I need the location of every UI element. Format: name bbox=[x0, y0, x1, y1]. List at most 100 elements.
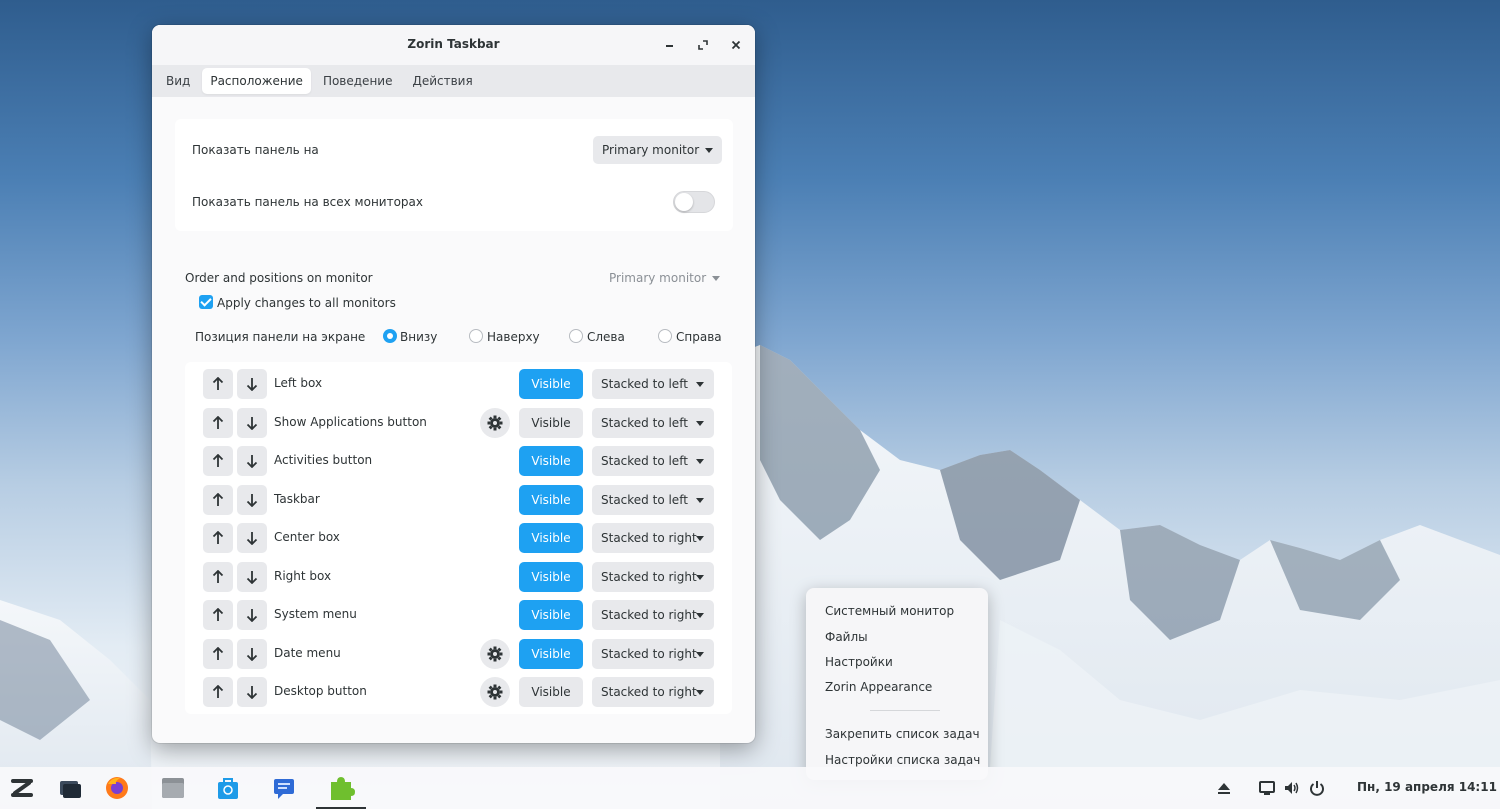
panel-element-row: Date menu Visible Stacked to right bbox=[185, 635, 732, 673]
panel-element-row: Right box Visible Stacked to right bbox=[185, 558, 732, 596]
move-up-button[interactable] bbox=[203, 369, 233, 399]
eject-icon[interactable] bbox=[1215, 779, 1233, 797]
menu-item-system-monitor[interactable]: Системный монитор bbox=[825, 604, 954, 618]
minimize-icon bbox=[666, 45, 673, 47]
order-monitor-dropdown[interactable]: Primary monitor bbox=[609, 271, 721, 285]
move-down-button[interactable] bbox=[237, 600, 267, 630]
all-monitors-label: Показать панель на всех мониторах bbox=[192, 195, 423, 209]
stacking-dropdown[interactable]: Stacked to left bbox=[592, 407, 714, 438]
visible-toggle-button[interactable]: Visible bbox=[519, 638, 583, 669]
stacking-value: Stacked to right bbox=[601, 646, 697, 661]
move-down-button[interactable] bbox=[237, 677, 267, 707]
stacking-value: Stacked to left bbox=[601, 492, 688, 507]
menu-item-settings[interactable]: Настройки bbox=[825, 655, 893, 669]
move-down-button[interactable] bbox=[237, 407, 267, 438]
move-up-button[interactable] bbox=[203, 638, 233, 669]
move-down-button[interactable] bbox=[237, 446, 267, 476]
stacking-dropdown[interactable]: Stacked to right bbox=[592, 677, 714, 707]
move-up-button[interactable] bbox=[203, 561, 233, 592]
zorin-menu-icon[interactable] bbox=[8, 774, 36, 802]
menu-separator bbox=[870, 710, 940, 711]
position-left-label: Слева bbox=[587, 330, 625, 344]
move-down-button[interactable] bbox=[237, 523, 267, 553]
power-icon[interactable] bbox=[1308, 779, 1326, 797]
visible-toggle-button[interactable]: Visible bbox=[519, 446, 583, 476]
menu-item-lock-taskbar[interactable]: Закрепить список задач bbox=[825, 727, 980, 741]
stacking-dropdown[interactable]: Stacked to left bbox=[592, 369, 714, 399]
tab-actions[interactable]: Действия bbox=[404, 68, 480, 94]
move-down-button[interactable] bbox=[237, 369, 267, 399]
clock[interactable]: Пн, 19 апреля 14:11 bbox=[1357, 780, 1497, 794]
element-name: Date menu bbox=[274, 645, 341, 660]
tab-position[interactable]: Расположение bbox=[202, 68, 311, 94]
stacking-dropdown[interactable]: Stacked to right bbox=[592, 561, 714, 592]
stacking-dropdown[interactable]: Stacked to right bbox=[592, 638, 714, 669]
position-bottom-radio[interactable] bbox=[383, 329, 397, 343]
workspaces-icon[interactable] bbox=[56, 774, 84, 802]
extensions-icon[interactable] bbox=[327, 774, 355, 802]
panel-element-row: Show Applications button Visible Stacked t… bbox=[185, 404, 732, 442]
stacking-dropdown[interactable]: Stacked to right bbox=[592, 523, 714, 553]
firefox-icon[interactable] bbox=[103, 774, 131, 802]
element-settings-button[interactable] bbox=[480, 677, 510, 707]
monitor-settings-card: Показать панель на Primary monitor Показ… bbox=[175, 119, 733, 231]
files-icon[interactable] bbox=[159, 774, 187, 802]
element-settings-button[interactable] bbox=[480, 407, 510, 438]
move-up-button[interactable] bbox=[203, 407, 233, 438]
close-button[interactable] bbox=[727, 36, 745, 54]
move-up-button[interactable] bbox=[203, 446, 233, 476]
panel-element-row: Center box Visible Stacked to right bbox=[185, 519, 732, 557]
panel-element-row: Desktop button Visible Stacked to right bbox=[185, 673, 732, 711]
chevron-down-icon bbox=[696, 497, 704, 503]
volume-icon[interactable] bbox=[1283, 779, 1301, 797]
show-panel-monitor-dropdown[interactable]: Primary monitor bbox=[593, 136, 723, 164]
tab-view[interactable]: Вид bbox=[158, 68, 198, 94]
position-left-radio[interactable] bbox=[569, 329, 583, 343]
element-name: Taskbar bbox=[274, 491, 320, 506]
visible-toggle-button[interactable]: Visible bbox=[519, 677, 583, 707]
tab-bar: Вид Расположение Поведение Действия bbox=[152, 65, 755, 97]
move-up-button[interactable] bbox=[203, 677, 233, 707]
visible-toggle-button[interactable]: Visible bbox=[519, 484, 583, 515]
chat-icon[interactable] bbox=[271, 774, 299, 802]
stacking-dropdown[interactable]: Stacked to right bbox=[592, 600, 714, 630]
menu-item-taskbar-settings[interactable]: Настройки списка задач bbox=[825, 753, 980, 767]
element-name: Show Applications button bbox=[274, 414, 427, 429]
visible-toggle-button[interactable]: Visible bbox=[519, 369, 583, 399]
chevron-down-icon bbox=[705, 148, 714, 153]
move-down-button[interactable] bbox=[237, 484, 267, 515]
stacking-dropdown[interactable]: Stacked to left bbox=[592, 446, 714, 476]
visible-toggle-button[interactable]: Visible bbox=[519, 407, 583, 438]
apply-all-checkbox[interactable] bbox=[199, 295, 213, 309]
panel-elements-list: Left box Visible Stacked to left Show Appli… bbox=[185, 362, 732, 714]
menu-item-zorin-appearance[interactable]: Zorin Appearance bbox=[825, 680, 932, 694]
chevron-down-icon bbox=[696, 690, 704, 695]
panel-element-row: Taskbar Visible Stacked to left bbox=[185, 481, 732, 519]
move-up-button[interactable] bbox=[203, 600, 233, 630]
visible-toggle-button[interactable]: Visible bbox=[519, 523, 583, 553]
element-settings-button[interactable] bbox=[480, 638, 510, 669]
position-label: Позиция панели на экране bbox=[195, 330, 366, 344]
stacking-dropdown[interactable]: Stacked to left bbox=[592, 484, 714, 515]
move-up-button[interactable] bbox=[203, 523, 233, 553]
screen-icon[interactable] bbox=[1258, 779, 1276, 797]
chevron-down-icon bbox=[696, 613, 704, 618]
minimize-button[interactable] bbox=[661, 36, 679, 54]
move-down-button[interactable] bbox=[237, 561, 267, 592]
maximize-button[interactable] bbox=[694, 36, 712, 54]
all-monitors-toggle[interactable] bbox=[673, 191, 715, 213]
tab-behavior[interactable]: Поведение bbox=[315, 68, 401, 94]
taskbar-context-menu: Системный монитор Файлы Настройки Zorin … bbox=[806, 588, 988, 780]
visible-toggle-button[interactable]: Visible bbox=[519, 561, 583, 592]
stacking-value: Stacked to left bbox=[601, 454, 688, 468]
position-top-radio[interactable] bbox=[469, 329, 483, 343]
position-right-radio[interactable] bbox=[658, 329, 672, 343]
visible-toggle-button[interactable]: Visible bbox=[519, 600, 583, 630]
toggle-knob bbox=[675, 193, 693, 211]
software-store-icon[interactable] bbox=[214, 774, 242, 802]
menu-item-files[interactable]: Файлы bbox=[825, 630, 868, 644]
move-up-button[interactable] bbox=[203, 484, 233, 515]
move-down-button[interactable] bbox=[237, 638, 267, 669]
window-titlebar[interactable]: Zorin Taskbar bbox=[152, 25, 755, 65]
panel-element-row: System menu Visible Stacked to right bbox=[185, 596, 732, 634]
